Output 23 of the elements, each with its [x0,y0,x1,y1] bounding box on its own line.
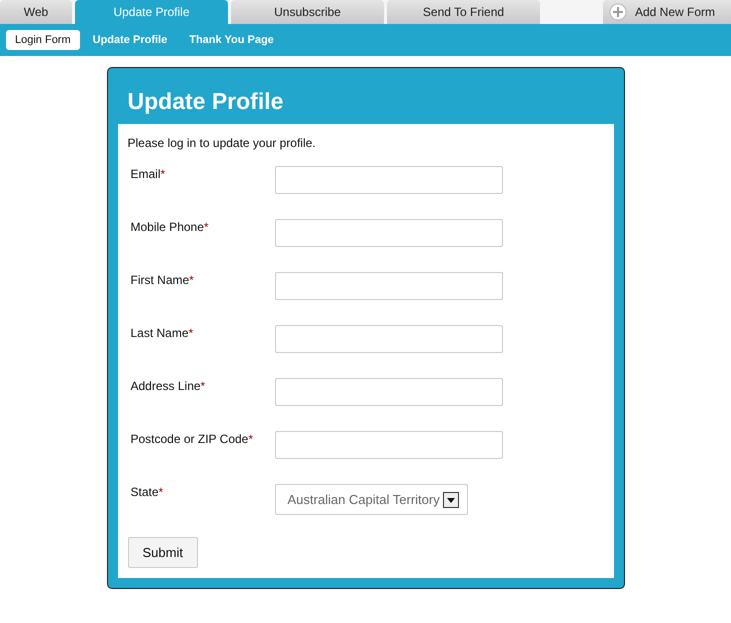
input-field[interactable] [274,378,502,406]
tab[interactable]: Send To Friend [387,0,540,24]
input-field[interactable] [274,325,502,353]
form-title: Update Profile [126,87,284,116]
field-label: Last Name* [130,325,194,340]
field-label: First Name* [130,272,195,287]
input-field[interactable] [274,219,502,247]
field-label: Email* [130,166,166,181]
tab[interactable]: Unsubscribe [231,0,384,24]
field-label: Postcode or ZIP Code* [130,431,254,446]
input-field[interactable] [274,431,502,459]
field-label: Address Line* [130,378,206,393]
tab[interactable]: Web [0,0,72,24]
intro-text: Please log in to update your profile. [128,136,316,150]
input-field[interactable] [274,166,502,194]
subtab[interactable]: Login Form [6,30,80,50]
field-label: Mobile Phone* [130,219,210,234]
plus-icon [609,3,627,21]
input-field[interactable] [274,272,502,300]
field-label: State* [130,484,164,499]
add-form-button[interactable]: Add New Form [603,0,731,24]
submit-button[interactable]: Submit [128,537,198,568]
state-select[interactable]: Australian Capital Territory [274,484,468,515]
